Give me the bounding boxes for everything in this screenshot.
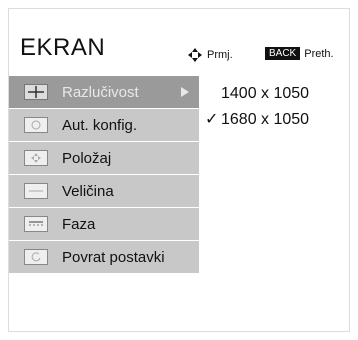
move-arrows-icon bbox=[187, 47, 203, 63]
resolution-option[interactable]: 1400 x 1050 bbox=[205, 81, 309, 107]
menu-item-label: Razlučivost bbox=[62, 83, 139, 101]
submenu-arrow-icon bbox=[181, 87, 189, 97]
resolution-options: 1400 x 1050 ✓ 1680 x 1050 bbox=[205, 81, 309, 133]
auto-config-icon bbox=[24, 117, 48, 133]
size-icon bbox=[24, 183, 48, 199]
position-icon bbox=[24, 150, 48, 166]
back-hint: BACK Preth. bbox=[265, 47, 334, 60]
menu-item-velicina[interactable]: Veličina bbox=[9, 175, 199, 208]
back-key-badge: BACK bbox=[265, 47, 301, 60]
menu-item-label: Aut. konfig. bbox=[62, 116, 138, 134]
menu-item-label: Položaj bbox=[62, 149, 112, 167]
resolution-option-label: 1400 x 1050 bbox=[221, 85, 310, 102]
menu-item-aut-konfig[interactable]: Aut. konfig. bbox=[9, 109, 199, 142]
menu-item-polozaj[interactable]: Položaj bbox=[9, 142, 199, 175]
menu-item-faza[interactable]: Faza bbox=[9, 208, 199, 241]
menu-item-povrat-postavki[interactable]: Povrat postavki bbox=[9, 241, 199, 274]
screen-menu-panel: EKRAN Prmj. BACK Preth. Razlučivost Aut.… bbox=[8, 8, 350, 332]
checkmark-icon: ✓ bbox=[205, 111, 219, 128]
move-hint: Prmj. bbox=[187, 47, 233, 63]
menu-list: Razlučivost Aut. konfig. Položaj Veličin… bbox=[9, 76, 199, 274]
menu-item-label: Veličina bbox=[62, 182, 114, 200]
move-hint-label: Prmj. bbox=[207, 49, 233, 61]
resolution-option-label: 1680 x 1050 bbox=[221, 111, 310, 128]
cross-box-icon bbox=[24, 84, 48, 100]
resolution-option[interactable]: ✓ 1680 x 1050 bbox=[205, 107, 309, 133]
phase-icon bbox=[24, 216, 48, 232]
menu-item-label: Povrat postavki bbox=[62, 248, 165, 266]
reset-icon bbox=[24, 249, 48, 265]
menu-item-razlucivost[interactable]: Razlučivost bbox=[9, 76, 199, 109]
menu-item-label: Faza bbox=[62, 215, 96, 233]
back-hint-label: Preth. bbox=[304, 47, 334, 60]
page-title: EKRAN bbox=[20, 34, 106, 61]
